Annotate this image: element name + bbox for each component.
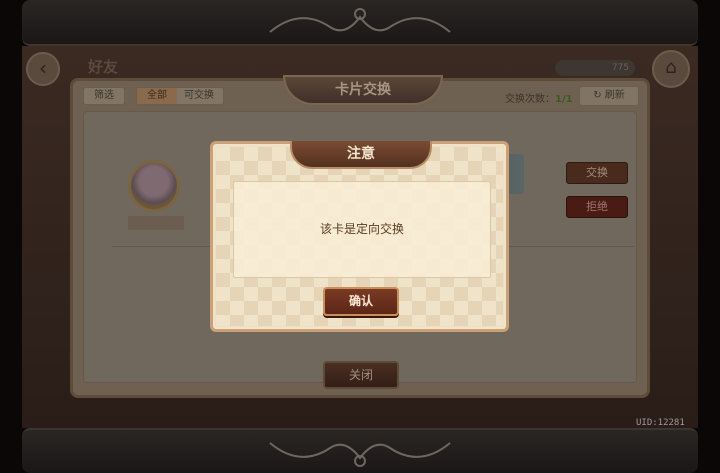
dialog-message-box: 该卡是定向交换 bbox=[233, 181, 491, 278]
refresh-icon: ↻ bbox=[593, 90, 602, 101]
home-icon: ⌂ bbox=[665, 57, 677, 78]
scroll-ornament-icon bbox=[269, 8, 451, 33]
tab-tradable[interactable]: 可交换 bbox=[177, 88, 221, 104]
tab-group: 全部 可交换 bbox=[136, 87, 224, 105]
game-screen: ‹ 好友 775 ⌂ 卡片交换 筛选 全部 可交换 交换次数：1/1 ↻ 刷新 交… bbox=[0, 0, 720, 473]
reject-button[interactable]: 拒绝 bbox=[566, 196, 628, 218]
refresh-button[interactable]: ↻ 刷新 bbox=[579, 86, 639, 106]
exchange-count: 交换次数：1/1 bbox=[505, 90, 573, 105]
close-button[interactable]: 关闭 bbox=[323, 361, 399, 389]
home-button[interactable]: ⌂ bbox=[652, 50, 690, 88]
arrow-left-icon: ‹ bbox=[39, 56, 47, 80]
swap-button[interactable]: 交换 bbox=[566, 162, 628, 184]
bottom-ornament-bar bbox=[22, 428, 698, 473]
top-ornament-bar bbox=[22, 0, 698, 46]
avatar bbox=[128, 160, 180, 212]
resource-counter: 775 bbox=[555, 60, 635, 76]
tab-all[interactable]: 全部 bbox=[137, 88, 177, 104]
user-id: UID:12281 bbox=[636, 418, 685, 428]
filter-button[interactable]: 筛选 bbox=[83, 87, 125, 105]
confirm-button[interactable]: 确认 bbox=[323, 287, 399, 316]
exchange-count-value: 1/1 bbox=[555, 94, 573, 105]
back-button[interactable]: ‹ bbox=[26, 52, 60, 86]
avatar-nameplate bbox=[128, 216, 184, 230]
exchange-count-label: 交换次数： bbox=[505, 94, 555, 105]
scroll-ornament-icon bbox=[269, 442, 451, 467]
screen-title: 好友 bbox=[88, 58, 119, 76]
notice-dialog: 注意 该卡是定向交换 确认 bbox=[210, 141, 509, 332]
dialog-message: 该卡是定向交换 bbox=[319, 222, 404, 236]
dialog-title: 注意 bbox=[290, 141, 432, 169]
refresh-label: 刷新 bbox=[604, 90, 625, 101]
panel-title: 卡片交换 bbox=[283, 75, 443, 105]
